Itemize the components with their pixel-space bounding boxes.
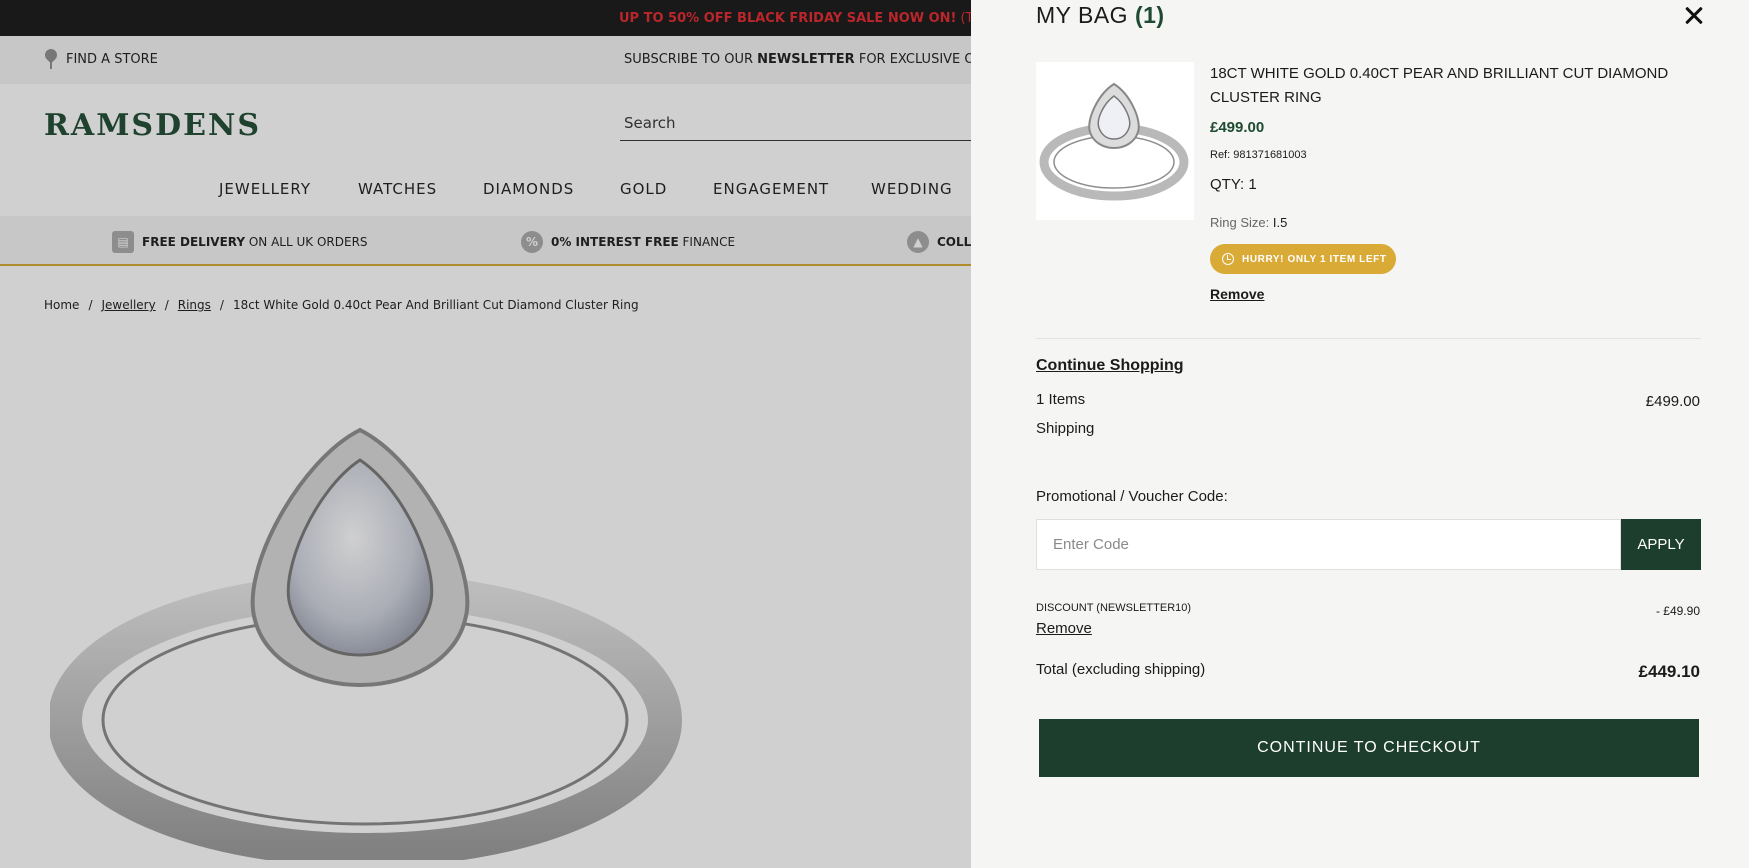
items-subtotal: £499.00 <box>1645 393 1700 410</box>
close-icon[interactable] <box>1679 0 1709 30</box>
divider <box>1036 338 1701 339</box>
clock-icon <box>1222 253 1234 265</box>
ref-value: 981371681003 <box>1233 149 1307 161</box>
remove-discount-link[interactable]: Remove <box>1036 620 1092 637</box>
low-stock-badge: HURRY! ONLY 1 ITEM LEFT <box>1210 244 1396 274</box>
promo-code-label: Promotional / Voucher Code: <box>1036 488 1228 505</box>
bag-title-text: MY BAG <box>1036 2 1129 28</box>
cart-item-price: £499.00 <box>1210 119 1265 136</box>
bag-item-count: (1) <box>1134 2 1165 28</box>
cart-item-qty: QTY: 1 <box>1210 176 1257 193</box>
cart-item-ring-size: Ring Size: I.5 <box>1210 215 1287 230</box>
cart-item-name[interactable]: 18CT WHITE GOLD 0.40CT PEAR AND BRILLIAN… <box>1210 62 1690 110</box>
discount-label: DISCOUNT (NEWSLETTER10) <box>1036 602 1192 614</box>
shipping-label: Shipping <box>1036 420 1095 437</box>
shopping-bag-panel: MY BAG (1) 18CT WHITE GOLD 0.40CT PEAR A… <box>971 0 1749 868</box>
remove-item-link[interactable]: Remove <box>1210 286 1264 302</box>
promo-code-input[interactable] <box>1036 519 1621 570</box>
page-overlay[interactable] <box>0 0 971 868</box>
ring-size-value: I.5 <box>1272 215 1288 230</box>
ref-label: Ref: <box>1210 149 1234 161</box>
total-label: Total (excluding shipping) <box>1036 661 1206 678</box>
apply-promo-button[interactable]: APPLY <box>1621 519 1701 570</box>
total-value: £449.10 <box>1638 662 1700 681</box>
cart-item-ref: Ref: 981371681003 <box>1210 149 1307 161</box>
ring-size-label: Ring Size: <box>1210 215 1273 230</box>
continue-shopping-link[interactable]: Continue Shopping <box>1036 357 1184 375</box>
bag-title: MY BAG (1) <box>1036 2 1165 29</box>
items-count-label: 1 Items <box>1036 391 1086 408</box>
discount-value: - £49.90 <box>1655 604 1700 618</box>
cart-item-thumbnail[interactable] <box>1036 62 1194 220</box>
low-stock-text: HURRY! ONLY 1 ITEM LEFT <box>1242 253 1387 265</box>
checkout-button[interactable]: CONTINUE TO CHECKOUT <box>1039 719 1699 777</box>
